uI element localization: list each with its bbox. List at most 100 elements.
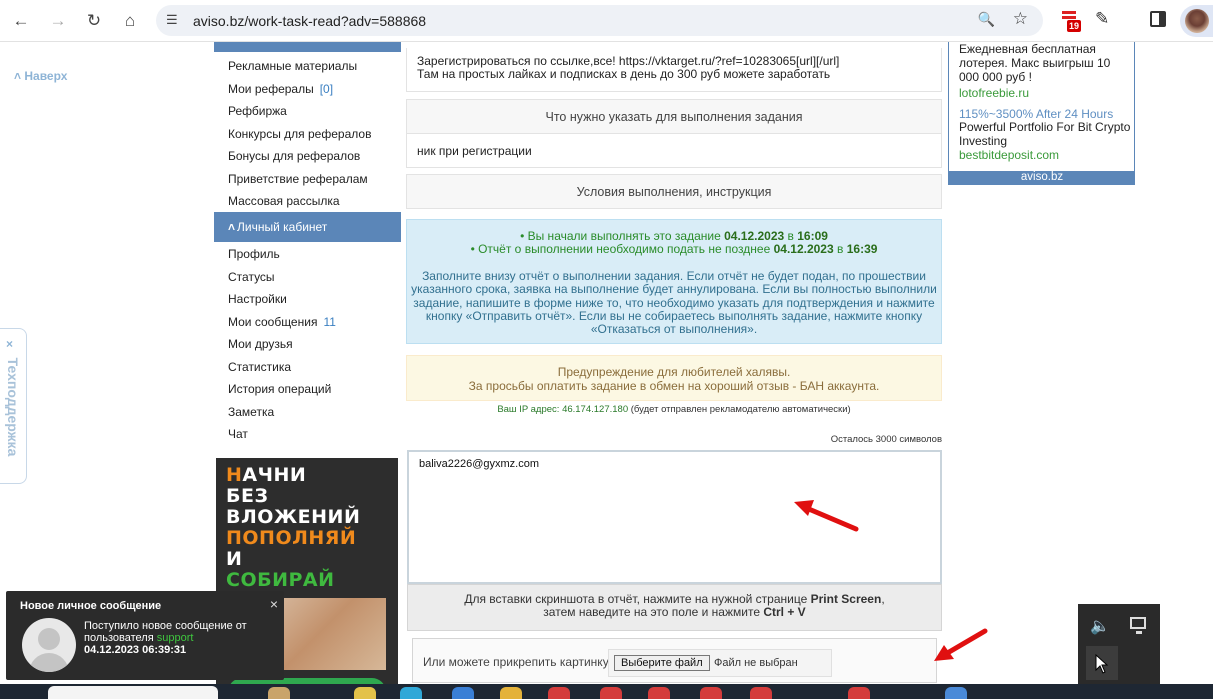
- sidebar-item-label: Профиль: [228, 247, 280, 261]
- support-tab[interactable]: × Техподдержка: [0, 328, 27, 484]
- sidebar-item[interactable]: Настройки: [228, 292, 287, 306]
- forward-icon[interactable]: →: [47, 10, 69, 32]
- tray-item[interactable]: [1086, 646, 1118, 680]
- chars-remaining: Осталось 3000 символов: [830, 434, 942, 445]
- banner-text-line: НАЧНИ: [226, 464, 307, 486]
- red-arrow-annotation: [934, 628, 988, 661]
- banner-text-line: БЕЗ: [226, 485, 269, 507]
- sidebar-item-label: Приветствие рефералам: [228, 171, 368, 186]
- taskbar-app-icon[interactable]: [400, 687, 422, 699]
- notification-line: Поступило новое сообщение от: [84, 620, 247, 632]
- profile-button[interactable]: [1180, 5, 1213, 37]
- sidebar-item[interactable]: Статусы: [228, 270, 275, 284]
- taskbar-app-icon[interactable]: [945, 687, 967, 699]
- extension-icon[interactable]: 19: [1062, 10, 1082, 32]
- system-tray-overflow: 🔈: [1078, 604, 1160, 684]
- sidebar-item-label: Статистика: [228, 359, 292, 374]
- network-icon[interactable]: [1130, 617, 1146, 634]
- what-to-specify-text: ник при регистрации: [417, 144, 532, 158]
- ad-block: Ежедневная бесплатная лотерея. Макс выиг…: [948, 42, 1135, 185]
- notification-user-link[interactable]: support: [157, 632, 194, 644]
- sidebar-item[interactable]: Мои друзья: [228, 337, 293, 351]
- url-text[interactable]: aviso.bz/work-task-read?adv=588868: [193, 13, 426, 29]
- sidebar-item[interactable]: Приветствие рефералам: [228, 172, 368, 186]
- sidebar-item-label: Конкурсы для рефералов: [228, 126, 372, 141]
- task-info-text: «Отказаться от выполнения».: [590, 322, 758, 337]
- avatar: [22, 618, 76, 672]
- ad-text: Powerful Portfolio For Bit Crypto Invest…: [959, 120, 1131, 148]
- reload-icon[interactable]: ↻: [83, 10, 105, 32]
- notification-line: пользователя: [84, 632, 154, 644]
- chevron-up-icon: ˄: [228, 220, 236, 234]
- sidebar-item[interactable]: Заметка: [228, 405, 274, 419]
- ad-link[interactable]: bestbitdeposit.com: [959, 148, 1059, 162]
- taskbar-app-icon[interactable]: [600, 687, 622, 699]
- task-info-text: задание, напишите в форме ниже то, что н…: [413, 295, 935, 310]
- address-bar[interactable]: ☰ aviso.bz/work-task-read?adv=588868 🔍 ☆: [156, 5, 1043, 36]
- screenshot-paste-area[interactable]: Для вставки скриншота в отчёт, нажмите н…: [407, 584, 942, 631]
- sidebar-item-count: [0]: [319, 81, 334, 96]
- banner-text-line: ВЛОЖЕНИЙ: [226, 506, 361, 528]
- taskbar-app-icon[interactable]: [354, 687, 376, 699]
- sidebar-item[interactable]: Бонусы для рефералов: [228, 149, 360, 163]
- red-arrow-annotation: [794, 500, 859, 532]
- taskbar-app-icon[interactable]: [548, 687, 570, 699]
- task-start-line: • Вы начали выполнять это задание 04.12.…: [520, 229, 828, 243]
- side-panel-icon[interactable]: [1150, 11, 1166, 27]
- taskbar: [0, 684, 1213, 699]
- warning-title: Предупреждение для любителей халявы.: [557, 365, 791, 379]
- taskbar-app-icon[interactable]: [268, 687, 290, 699]
- task-info-text: Заполните внизу отчёт о выполнении задан…: [422, 268, 926, 283]
- taskbar-app-icon[interactable]: [500, 687, 522, 699]
- choose-file-button[interactable]: Выберите файл: [614, 655, 710, 671]
- conditions-header[interactable]: Условия выполнения, инструкция: [406, 174, 942, 209]
- notification-date: 04.12.2023 06:39:31: [84, 644, 187, 656]
- sidebar-item[interactable]: Статистика: [228, 360, 291, 374]
- sidebar-item[interactable]: Конкурсы для рефералов: [228, 127, 371, 141]
- taskbar-app-icon[interactable]: [452, 687, 474, 699]
- sidebar-item-label: История операций: [228, 382, 332, 396]
- ad-footer[interactable]: aviso.bz: [949, 171, 1135, 184]
- site-settings-icon[interactable]: ☰: [166, 12, 178, 28]
- sidebar-item[interactable]: Рефбиржа: [228, 104, 287, 118]
- sidebar-item[interactable]: Профиль: [228, 247, 280, 261]
- sidebar-item-label: Мои сообщения: [228, 314, 318, 329]
- sidebar-item[interactable]: Мои сообщения 11: [228, 315, 336, 329]
- notification-message: Поступило новое сообщение от пользовател…: [84, 620, 274, 656]
- sidebar-item[interactable]: Мои рефералы [0]: [228, 82, 333, 96]
- zoom-icon[interactable]: 🔍: [978, 11, 995, 28]
- sidebar-item-label: Чат: [228, 427, 248, 441]
- close-icon[interactable]: ×: [270, 596, 278, 612]
- browser-toolbar: ← → ↻ ⌂ ☰ aviso.bz/work-task-read?adv=58…: [0, 0, 1213, 42]
- taskbar-app-icon[interactable]: [648, 687, 670, 699]
- sidebar-item[interactable]: История операций: [228, 382, 331, 396]
- task-info-text: кнопку «Отправить отчёт». Если вы не соб…: [425, 309, 923, 324]
- sidebar-item-label: Массовая рассылка: [228, 194, 340, 208]
- taskbar-app-icon[interactable]: [750, 687, 772, 699]
- bookmark-star-icon[interactable]: ☆: [1013, 9, 1028, 29]
- cursor-icon: [1095, 654, 1109, 674]
- sidebar-item[interactable]: Чат: [228, 427, 248, 441]
- taskbar-app-icon[interactable]: [700, 687, 722, 699]
- ip-address-line: Ваш IP адрес: 46.174.127.180 (будет отпр…: [497, 404, 851, 415]
- sidebar-item-label: Рефбиржа: [228, 104, 287, 118]
- sidebar-item[interactable]: Массовая рассылка: [228, 194, 340, 208]
- scroll-top-link[interactable]: ˄ Наверх: [14, 69, 67, 83]
- file-input[interactable]: Выберите файл Файл не выбран: [608, 649, 832, 677]
- sidebar-item[interactable]: Рекламные материалы: [228, 59, 357, 73]
- extensions-puzzle-icon[interactable]: ✎: [1095, 9, 1109, 29]
- chevron-up-icon: ˄: [14, 69, 22, 83]
- sidebar-item-label: Заметка: [228, 404, 275, 419]
- speaker-icon[interactable]: 🔈: [1090, 616, 1110, 636]
- ad-link[interactable]: lotofreebie.ru: [959, 86, 1029, 100]
- taskbar-search[interactable]: [48, 686, 218, 699]
- back-icon[interactable]: ←: [10, 10, 32, 32]
- close-icon[interactable]: ×: [6, 337, 13, 351]
- home-icon[interactable]: ⌂: [119, 10, 141, 32]
- sidebar-header-cabinet[interactable]: ˄ Личный кабинет: [214, 212, 401, 242]
- notification-title: Новое личное сообщение: [20, 600, 162, 612]
- task-description-line: Там на простых лайках и подписках в день…: [417, 67, 831, 81]
- ad-heading[interactable]: 115%~3500% After 24 Hours: [959, 107, 1113, 121]
- notification-popup[interactable]: Новое личное сообщение × Поступило новое…: [6, 591, 284, 680]
- taskbar-app-icon[interactable]: [848, 687, 870, 699]
